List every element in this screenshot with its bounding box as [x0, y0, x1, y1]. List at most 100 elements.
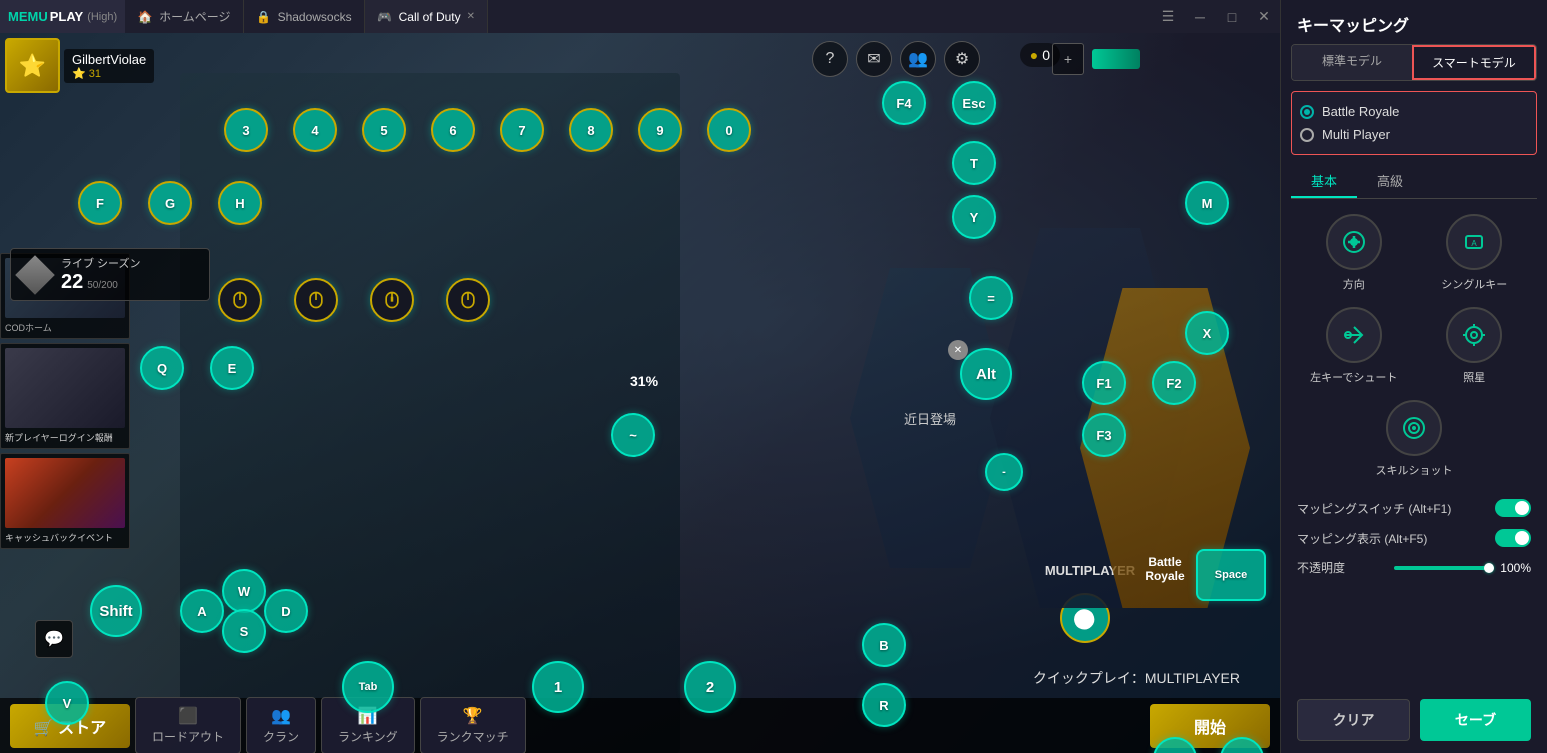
skill-shot-key-type[interactable]: スキルショット — [1301, 400, 1527, 478]
aim-key-type[interactable]: 照星 — [1422, 307, 1528, 385]
standard-model-tab[interactable]: 標準モデル — [1292, 45, 1412, 80]
player-login-thumb — [5, 348, 125, 428]
key-8[interactable]: 8 — [569, 108, 613, 152]
smart-model-tab[interactable]: スマートモデル — [1412, 45, 1536, 80]
sidebar-footer: クリア セーブ — [1281, 687, 1547, 753]
opacity-slider[interactable] — [1394, 566, 1494, 570]
f3-key[interactable]: F3 — [1082, 413, 1126, 457]
ranked-match-button[interactable]: 🏆 ランクマッチ — [420, 697, 526, 753]
clan-button[interactable]: 👥 クラン — [246, 697, 316, 753]
shift-key[interactable]: Shift — [90, 585, 142, 637]
event-card[interactable]: キャッシュバックイベント — [0, 453, 130, 549]
m-key[interactable]: M — [1185, 181, 1229, 225]
close-window-button[interactable]: ✕ — [1248, 0, 1280, 33]
equals-key[interactable]: = — [969, 276, 1013, 320]
chat-button[interactable]: 💬 — [35, 620, 73, 658]
game-scene — [180, 73, 680, 753]
clear-button[interactable]: クリア — [1297, 699, 1410, 741]
season-box: ライブ シーズン 22 50/200 — [10, 248, 210, 301]
cod-label: CODホーム — [5, 321, 125, 334]
h-key[interactable]: H — [218, 181, 262, 225]
coin-icon: ● — [1030, 47, 1038, 63]
settings-button[interactable]: ⚙ — [944, 41, 980, 77]
direction-key-type[interactable]: 方向 — [1301, 214, 1407, 292]
quick-play-text: クイックプレイ：MULTIPLAYER — [1033, 668, 1240, 688]
a-key[interactable]: A — [180, 589, 224, 633]
esc-key[interactable]: Esc — [952, 81, 996, 125]
bottom-bar: 🛒 ストア ⬛ ロードアウト 👥 クラン 📊 ランキング 🏆 ランクマッチ 開始 — [0, 698, 1280, 753]
mouse-left[interactable] — [218, 278, 262, 322]
s-key[interactable]: S — [222, 609, 266, 653]
game-area: ⭐ GilbertViolae ⭐ 31 CODホーム 新プレイヤーログイン報酬… — [0, 33, 1280, 753]
key-6[interactable]: 6 — [431, 108, 475, 152]
ranked-icon: 🏆 — [463, 706, 483, 726]
mapping-display-toggle[interactable] — [1495, 529, 1531, 547]
d-key[interactable]: D — [264, 589, 308, 633]
player-login-card[interactable]: 新プレイヤーログイン報酬 — [0, 343, 130, 449]
mail-button[interactable]: ✉ — [856, 41, 892, 77]
r-key[interactable]: R — [862, 683, 906, 727]
w-key[interactable]: W — [222, 569, 266, 613]
basic-tab[interactable]: 基本 — [1291, 165, 1357, 198]
battle-royale-option[interactable]: Battle Royale — [1300, 100, 1528, 123]
sub-tabs: 基本 高級 — [1291, 165, 1537, 199]
alt-close-btn[interactable]: ✕ — [948, 340, 968, 360]
g-key[interactable]: G — [148, 181, 192, 225]
tab-key[interactable]: Tab — [342, 661, 394, 713]
x-key[interactable]: X — [1185, 311, 1229, 355]
key-0[interactable]: 0 — [707, 108, 751, 152]
save-button[interactable]: セーブ — [1420, 699, 1531, 741]
window-controls: ☰ ─ □ ✕ — [1152, 0, 1280, 33]
space-key[interactable]: Space — [1196, 549, 1266, 601]
t-key[interactable]: T — [952, 141, 996, 185]
mouse-right[interactable] — [294, 278, 338, 322]
v-key[interactable]: V — [45, 681, 89, 725]
key-2[interactable]: 2 — [684, 661, 736, 713]
tab-shadowsocks[interactable]: 🔒 Shadowsocks — [244, 0, 365, 33]
game-mode-section: Battle Royale Multi Player — [1291, 91, 1537, 155]
titlebar: MEMU PLAY (High) 🏠 ホームページ 🔒 Shadowsocks … — [0, 0, 1280, 33]
key-7[interactable]: 7 — [500, 108, 544, 152]
mouse-extra[interactable] — [446, 278, 490, 322]
loadout-icon: ⬛ — [178, 706, 198, 726]
loadout-button[interactable]: ⬛ ロードアウト — [135, 697, 241, 753]
season-number: 22 — [61, 271, 83, 294]
menu-button[interactable]: ☰ — [1152, 0, 1184, 33]
maximize-button[interactable]: □ — [1216, 0, 1248, 33]
tab-call-of-duty[interactable]: 🎮 Call of Duty ✕ — [365, 0, 488, 33]
alt-key[interactable]: Alt — [960, 348, 1012, 400]
add-button[interactable]: + — [1052, 43, 1084, 75]
multi-player-radio[interactable] — [1300, 128, 1314, 142]
tilde-key[interactable]: ~ — [611, 413, 655, 457]
battle-royale-radio[interactable] — [1300, 105, 1314, 119]
player-login-label: 新プレイヤーログイン報酬 — [5, 431, 125, 444]
advanced-tab[interactable]: 高級 — [1357, 165, 1423, 198]
shoot-key-type[interactable]: 左キーでシュート — [1301, 307, 1407, 385]
help-button[interactable]: ? — [812, 41, 848, 77]
multi-player-label: Multi Player — [1322, 127, 1390, 142]
b-key[interactable]: B — [862, 623, 906, 667]
player-info: ⭐ GilbertViolae ⭐ 31 — [5, 38, 154, 93]
key-9[interactable]: 9 — [638, 108, 682, 152]
key-1[interactable]: 1 — [532, 661, 584, 713]
f2-key[interactable]: F2 — [1152, 361, 1196, 405]
y-key[interactable]: Y — [952, 195, 996, 239]
mouse-middle[interactable] — [370, 278, 414, 322]
f-key[interactable]: F — [78, 181, 122, 225]
sidebar-title: キーマッピング — [1297, 12, 1409, 36]
e-key[interactable]: E — [210, 346, 254, 390]
f4-key[interactable]: F4 — [882, 81, 926, 125]
key-3[interactable]: 3 — [224, 108, 268, 152]
key-5[interactable]: 5 — [362, 108, 406, 152]
f1-key[interactable]: F1 — [1082, 361, 1126, 405]
q-key[interactable]: Q — [140, 346, 184, 390]
friends-button[interactable]: 👥 — [900, 41, 936, 77]
minus-key[interactable]: - — [985, 453, 1023, 491]
single-key-type[interactable]: A シングルキー — [1422, 214, 1528, 292]
multi-player-option[interactable]: Multi Player — [1300, 123, 1528, 146]
close-tab-button[interactable]: ✕ — [467, 11, 475, 22]
minimize-button[interactable]: ─ — [1184, 0, 1216, 33]
mapping-switch-toggle[interactable] — [1495, 499, 1531, 517]
key-4[interactable]: 4 — [293, 108, 337, 152]
tab-homepage[interactable]: 🏠 ホームページ — [125, 0, 243, 33]
